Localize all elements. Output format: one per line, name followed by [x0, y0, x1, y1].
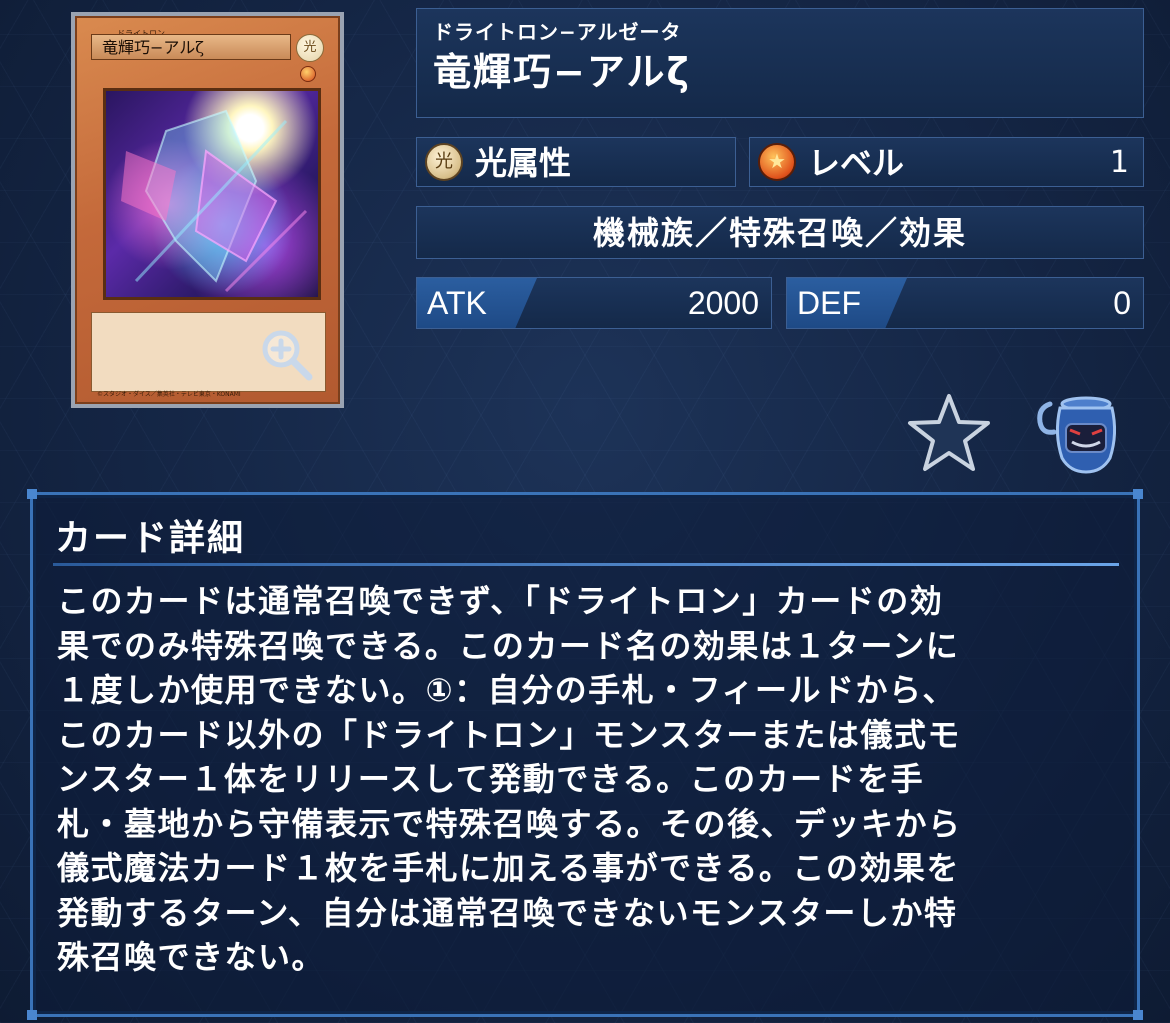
- attribute-label: 光属性: [475, 144, 572, 182]
- detail-divider: [53, 563, 1119, 566]
- level-value: 1: [1109, 145, 1129, 180]
- card-name-panel: ドライトロン−アルゼータ 竜輝巧−アルζ: [416, 8, 1144, 118]
- light-attribute-icon: 光: [425, 143, 463, 181]
- def-label: DEF: [797, 285, 861, 321]
- card-image-level-star-icon: [300, 66, 316, 82]
- level-panel: ★ レベル 1: [749, 137, 1144, 187]
- detail-box-corner: [1133, 1010, 1143, 1020]
- card-image-name: 竜輝巧−アルζ: [91, 34, 291, 60]
- atk-label: ATK: [427, 285, 487, 321]
- level-star-icon: ★: [758, 143, 796, 181]
- star-icon[interactable]: [906, 392, 992, 472]
- card-effect-text: このカードは通常召喚できず、「ドライトロン」カードの効 果でのみ特殊召喚できる。…: [57, 582, 962, 976]
- def-value: 0: [1113, 285, 1131, 321]
- detail-box-corner: [27, 1010, 37, 1020]
- monster-type-line: 機械族／特殊召喚／効果: [416, 206, 1144, 259]
- atk-panel: ATK 2000: [416, 277, 772, 329]
- attribute-panel: 光 光属性: [416, 137, 736, 187]
- card-ruby-name: ドライトロン−アルゼータ: [433, 20, 682, 44]
- card-name: 竜輝巧−アルζ: [433, 50, 691, 94]
- card-face: ドライトロン 竜輝巧−アルζ 光 ©スタジオ・ダイス／集英社・テレビ東京・KON…: [75, 16, 340, 404]
- artwork-shapes: [121, 109, 308, 293]
- detail-box-corner: [27, 489, 37, 499]
- zoom-icon[interactable]: [259, 327, 315, 383]
- detail-box-corner: [1133, 489, 1143, 499]
- card-image[interactable]: ドライトロン 竜輝巧−アルζ 光 ©スタジオ・ダイス／集英社・テレビ東京・KON…: [71, 12, 344, 408]
- card-image-text-box: [91, 312, 326, 392]
- pot-of-greed-icon[interactable]: [1030, 394, 1126, 474]
- atk-value: 2000: [687, 285, 759, 321]
- card-image-copyright: ©スタジオ・ダイス／集英社・テレビ東京・KONAMI: [97, 391, 241, 398]
- def-panel: DEF 0: [786, 277, 1144, 329]
- level-label: レベル: [808, 144, 905, 182]
- card-detail-box: カード詳細 このカードは通常召喚できず、「ドライトロン」カードの効 果でのみ特殊…: [27, 489, 1143, 1020]
- detail-title: カード詳細: [55, 518, 246, 559]
- card-image-attribute-icon: 光: [296, 34, 324, 62]
- card-artwork: [103, 88, 321, 300]
